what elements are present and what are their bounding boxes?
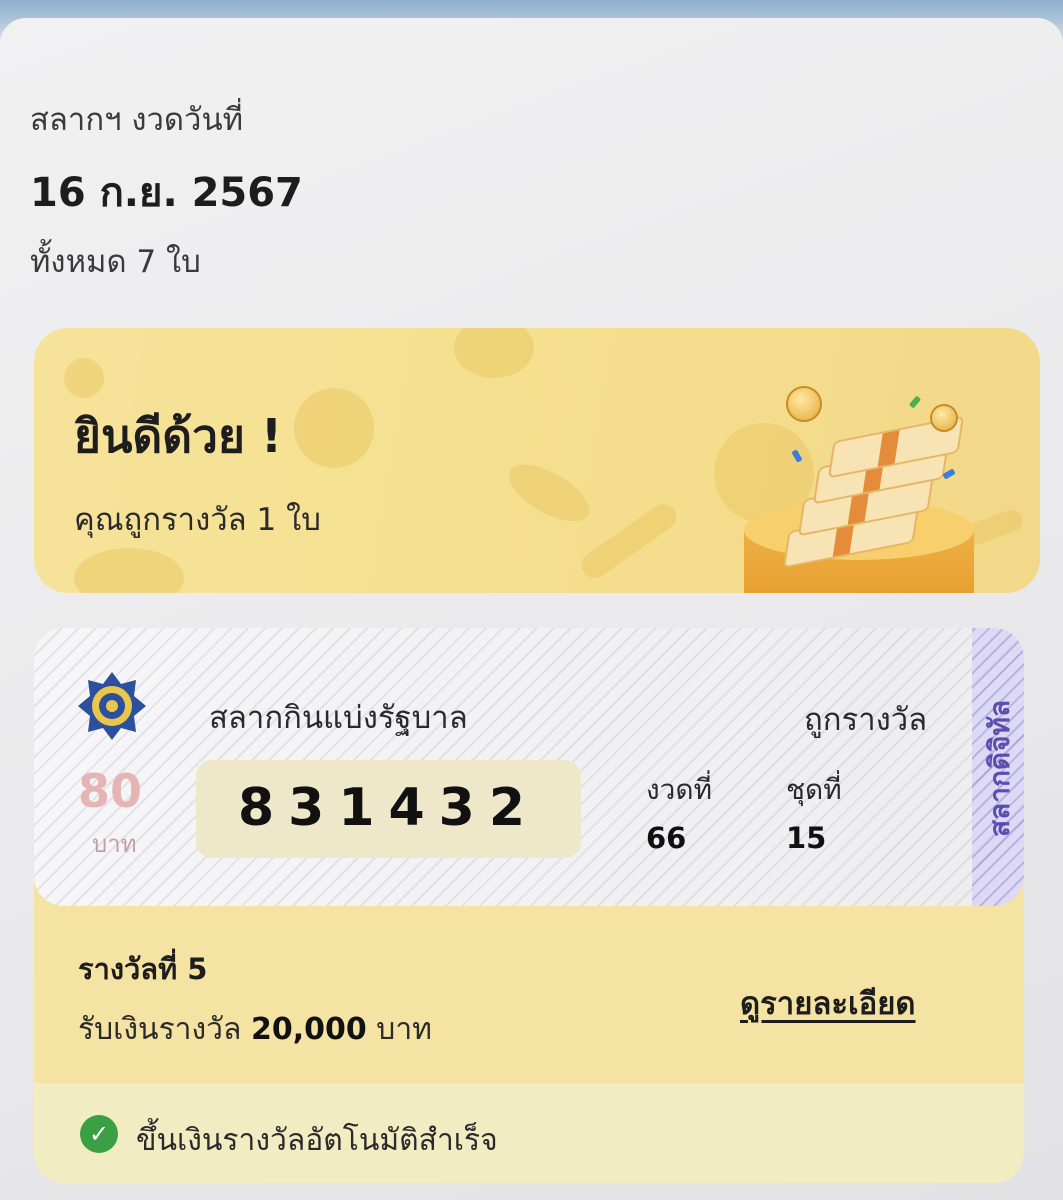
confetti-icon bbox=[908, 395, 922, 409]
prize-tier: รางวัลที่ 5 bbox=[78, 952, 208, 986]
digital-ticket-label: สลากดิจิทัล bbox=[983, 699, 1016, 837]
prize-amount-unit: บาท bbox=[376, 1012, 432, 1047]
digital-ticket-side-strip: สลากดิจิทัล bbox=[972, 628, 1024, 906]
draw-date-label: สลากฯ งวดวันที่ bbox=[30, 102, 244, 138]
decor-coin bbox=[74, 548, 184, 593]
check-circle-icon: ✓ bbox=[80, 1115, 118, 1153]
congratulations-subtitle: คุณถูกรางวัล 1 ใบ bbox=[74, 502, 321, 538]
decor-coin bbox=[454, 328, 534, 378]
set-number-value: 15 bbox=[786, 821, 827, 855]
gold-coin-icon bbox=[930, 404, 958, 432]
decor-coin bbox=[500, 453, 598, 533]
auto-claim-status-text: ขึ้นเงินรางวัลอัตโนมัติสำเร็จ bbox=[136, 1123, 498, 1158]
lottery-ticket: สลากกินแบ่งรัฐบาล ถูกรางวัล 80 บาท 83143… bbox=[34, 628, 1024, 906]
draw-number-value: 66 bbox=[646, 821, 687, 855]
congratulations-banner: ยินดีด้วย ! คุณถูกรางวัล 1 ใบ bbox=[34, 328, 1040, 593]
lottery-office-emblem-icon bbox=[78, 672, 146, 740]
prize-amount-value: 20,000 bbox=[250, 1012, 367, 1047]
ticket-count: ทั้งหมด 7 ใบ bbox=[30, 244, 201, 280]
prize-amount-prefix: รับเงินรางวัล bbox=[78, 1012, 242, 1047]
view-details-link[interactable]: ดูรายละเอียด bbox=[740, 978, 916, 1028]
gold-coin-icon bbox=[786, 386, 822, 422]
draw-date: 16 ก.ย. 2567 bbox=[30, 170, 303, 216]
ticket-price-unit: บาท bbox=[92, 830, 137, 858]
ticket-number: 831432 bbox=[237, 778, 540, 838]
ticket-type-name: สลากกินแบ่งรัฐบาล bbox=[209, 700, 468, 736]
lottery-result-card: สลากฯ งวดวันที่ 16 ก.ย. 2567 ทั้งหมด 7 ใ… bbox=[0, 18, 1063, 1200]
prize-amount-line: รับเงินรางวัล 20,000 บาท bbox=[78, 1006, 432, 1053]
ticket-number-box: 831432 bbox=[196, 760, 581, 858]
set-number-label: ชุดที่ bbox=[786, 773, 842, 806]
congratulations-title: ยินดีด้วย ! bbox=[74, 409, 282, 463]
winning-ticket-panel: สลากกินแบ่งรัฐบาล ถูกรางวัล 80 บาท 83143… bbox=[34, 628, 1024, 1183]
ticket-win-status: ถูกรางวัล bbox=[804, 702, 928, 738]
decor-coin bbox=[294, 388, 374, 468]
draw-number-label: งวดที่ bbox=[646, 773, 713, 806]
ticket-price: 80 bbox=[78, 764, 143, 818]
decor-stripe bbox=[576, 498, 682, 584]
decor-coin bbox=[64, 358, 104, 398]
